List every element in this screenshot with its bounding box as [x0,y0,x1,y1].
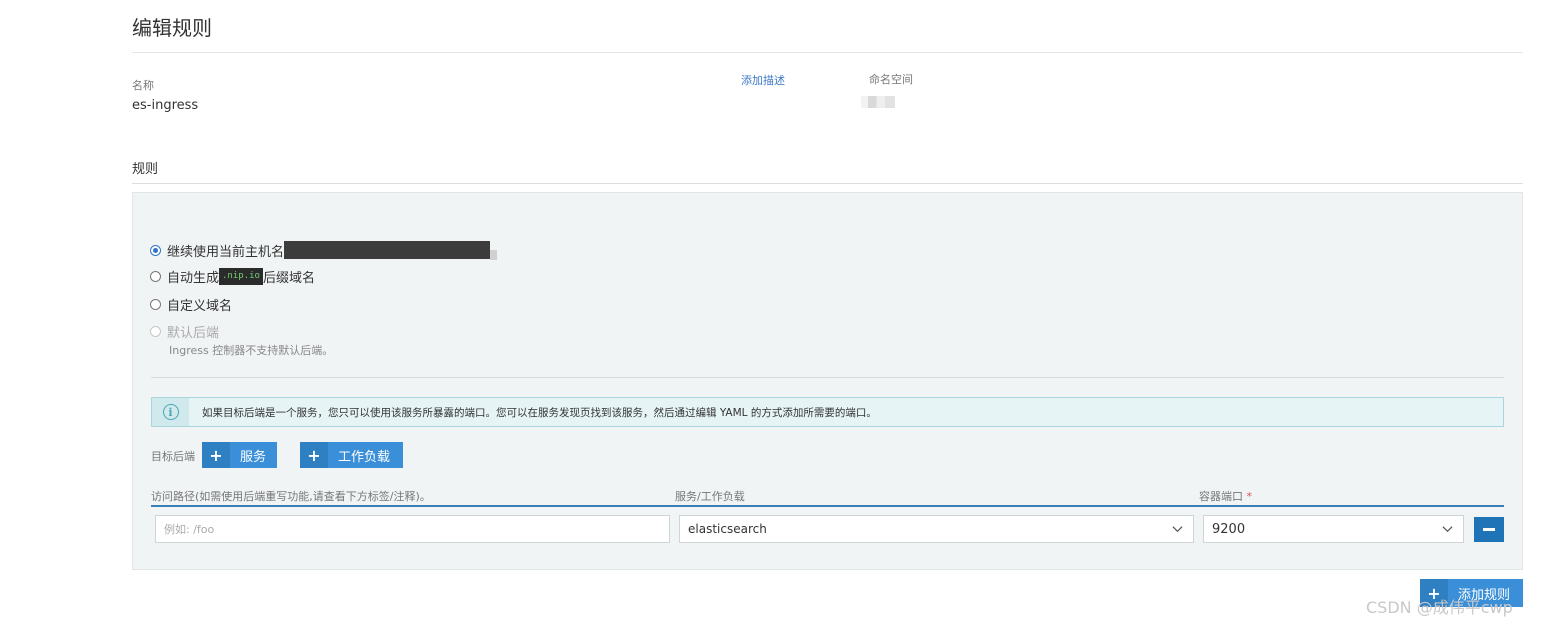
chevron-down-icon [1442,526,1453,533]
remove-path-button[interactable] [1474,517,1504,542]
plus-icon: + [202,442,230,468]
redacted-hostname [284,241,491,259]
radio-option-default-backend: 默认后端 [150,322,219,341]
namespace-label: 命名空间 [869,73,913,86]
required-marker: * [1246,490,1253,503]
default-backend-help: Ingress 控制器不支持默认后端。 [169,344,334,357]
target-select[interactable]: elasticsearch [679,515,1194,543]
radio-button[interactable] [150,299,161,310]
info-icon: i [162,404,179,420]
port-select[interactable]: 9200 [1203,515,1464,543]
chevron-down-icon [1172,526,1183,533]
target-value: elasticsearch [688,522,767,536]
column-path: 访问路径(如需使用后端重写功能,请查看下方标签/注释)。 [151,490,431,503]
radio-label: 继续使用当前主机名 [167,244,285,260]
radio-option-auto-generate[interactable]: 自动生成 .nip.io 后缀域名 [150,267,315,286]
title-divider [132,52,1523,53]
watermark: CSDN @成伟平cwp [1366,598,1513,617]
radio-label: 自定义域名 [167,299,233,314]
radio-option-custom-domain[interactable]: 自定义域名 [150,295,232,314]
page-title: 编辑规则 [132,16,212,40]
radio-option-keep-hostname[interactable]: 继续使用当前主机名 [150,240,498,260]
column-port-label: 容器端口 [1199,490,1243,503]
add-workload-button[interactable]: + 工作负载 [300,442,403,468]
info-icon-wrap: i [152,398,189,426]
info-banner: i 如果目标后端是一个服务，您只可以使用该服务所暴露的端口。您可以在服务发现页找… [151,397,1504,427]
minus-icon [1483,528,1495,531]
radio-button-checked[interactable] [150,244,161,256]
info-text: 如果目标后端是一个服务，您只可以使用该服务所暴露的端口。您可以在服务发现页找到该… [202,406,877,419]
header-underline [151,505,1504,507]
redacted-hostname-blur [490,250,498,260]
rules-section-title: 规则 [132,162,159,177]
radio-button[interactable] [150,271,161,282]
button-label: 工作负载 [338,449,391,465]
name-label: 名称 [132,79,154,92]
plus-icon: + [300,442,328,468]
target-backend-label: 目标后端 [151,450,195,463]
path-placeholder: 例如: /foo [164,523,215,536]
rules-divider [132,183,1523,184]
port-value: 9200 [1212,521,1246,537]
radio-button-disabled [150,326,161,337]
nip-io-code: .nip.io [219,268,263,285]
column-port: 容器端口 * [1199,488,1252,504]
radio-label-prefix: 自动生成 [167,271,220,286]
radio-label-suffix: 后缀域名 [262,271,315,286]
path-input[interactable]: 例如: /foo [155,515,670,543]
add-description-link[interactable]: 添加描述 [741,72,785,88]
panel-divider [151,377,1504,378]
column-target: 服务/工作负载 [675,490,745,503]
button-label: 服务 [240,449,267,465]
name-value: es-ingress [132,98,199,113]
radio-label: 默认后端 [167,326,220,341]
namespace-value-redacted [861,96,895,108]
add-service-button[interactable]: + 服务 [202,442,277,468]
